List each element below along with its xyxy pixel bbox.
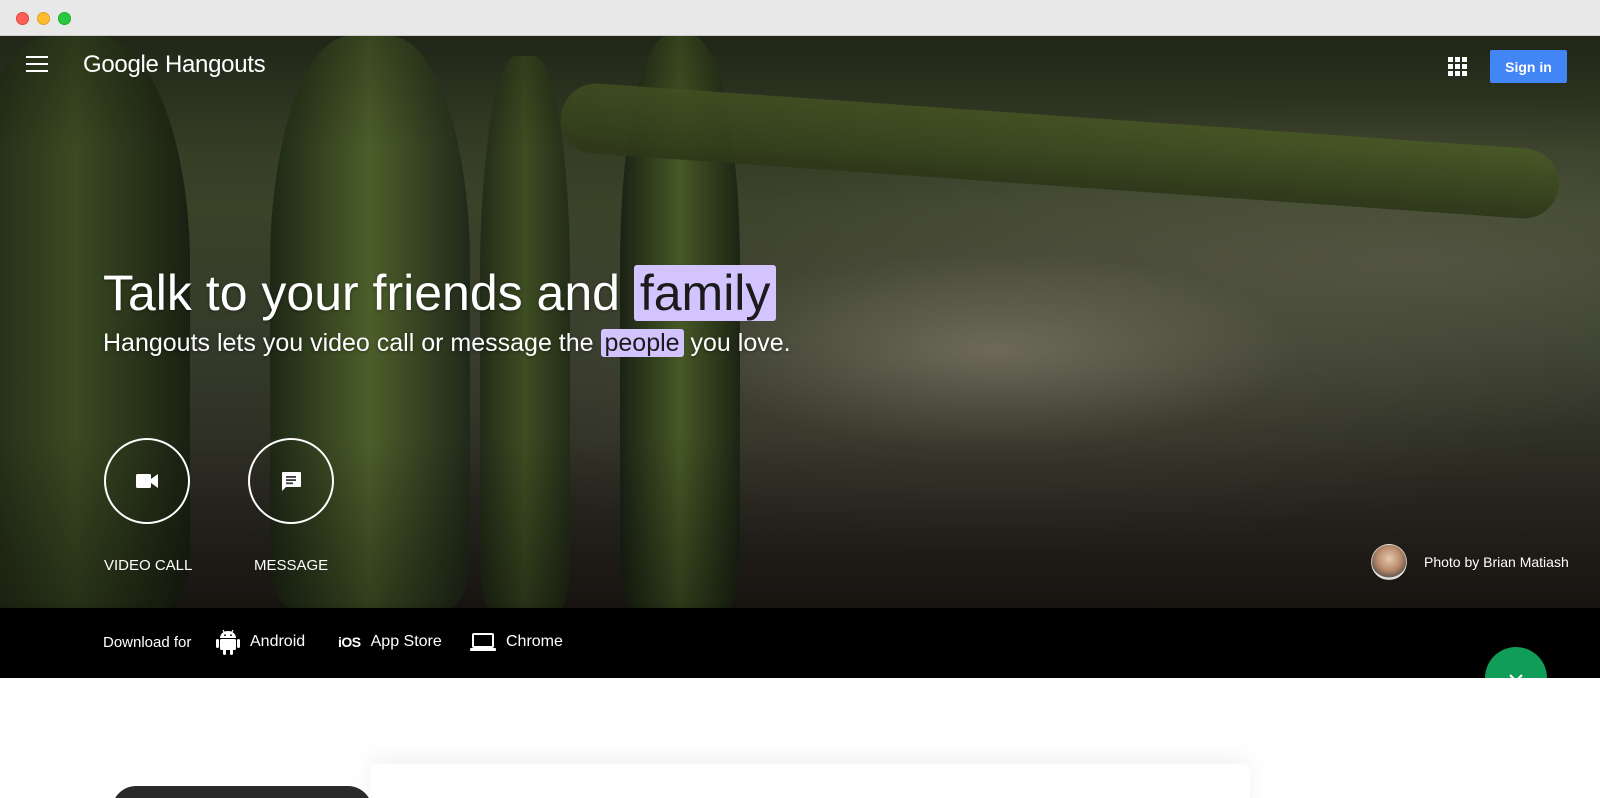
headline-text: Talk to your friends and xyxy=(103,265,634,321)
subline-text: Hangouts lets you video call or message … xyxy=(103,329,601,357)
message-button[interactable] xyxy=(248,438,334,524)
hero-headline: Talk to your friends and family xyxy=(103,264,777,322)
menu-icon[interactable] xyxy=(26,56,48,74)
video-call-label[interactable]: VIDEO CALL xyxy=(104,557,192,574)
download-android-link[interactable]: Android xyxy=(216,624,305,660)
message-icon xyxy=(282,472,301,491)
close-window-button[interactable] xyxy=(16,12,29,25)
download-bar: Download for Android iOS App Store Chrom… xyxy=(0,608,1600,678)
logo-google-text: Google xyxy=(83,51,159,78)
download-label: Download for xyxy=(103,634,192,651)
headline-highlight: family xyxy=(633,265,777,321)
download-app-store-link[interactable]: iOS App Store xyxy=(338,624,442,660)
apps-grid-icon[interactable] xyxy=(1448,57,1468,77)
hero-section: Google Hangouts Sign in Talk to your fri… xyxy=(0,36,1600,608)
below-fold-section xyxy=(0,678,1600,798)
subline-highlight: people xyxy=(600,329,684,357)
video-call-button[interactable] xyxy=(104,438,190,524)
sign-in-button[interactable]: Sign in xyxy=(1490,50,1567,83)
subline-suffix: you love. xyxy=(683,329,791,357)
download-chrome-link[interactable]: Chrome xyxy=(470,624,563,660)
download-app-store-label: App Store xyxy=(370,633,442,650)
videocam-icon xyxy=(136,474,158,488)
download-chrome-label: Chrome xyxy=(506,633,563,650)
download-android-label: Android xyxy=(250,633,306,650)
message-label[interactable]: MESSAGE xyxy=(254,557,328,574)
logo-product-text: Hangouts xyxy=(164,51,266,78)
feature-card xyxy=(370,764,1250,798)
laptop-icon xyxy=(470,633,496,651)
maximize-window-button[interactable] xyxy=(58,12,71,25)
photographer-avatar[interactable] xyxy=(1371,544,1407,580)
android-icon xyxy=(216,629,240,655)
photo-credit[interactable]: Photo by Brian Matiash xyxy=(1424,554,1569,570)
hero-subline: Hangouts lets you video call or message … xyxy=(103,329,791,358)
window-titlebar xyxy=(0,0,1600,36)
google-hangouts-logo[interactable]: Google Hangouts xyxy=(83,51,266,79)
minimize-window-button[interactable] xyxy=(37,12,50,25)
device-image xyxy=(112,786,372,798)
ios-icon: iOS xyxy=(338,634,361,650)
